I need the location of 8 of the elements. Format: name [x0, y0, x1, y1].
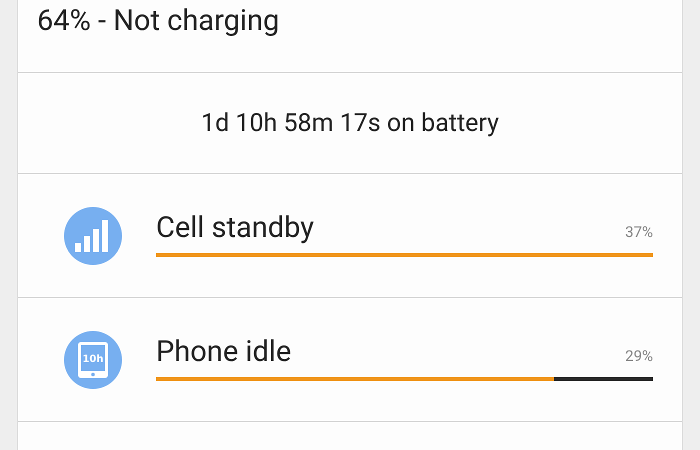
- signal-icon: [64, 206, 122, 264]
- time-on-battery: 1d 10h 58m 17s on battery: [201, 108, 499, 138]
- battery-status: 64% - Not charging: [37, 4, 280, 38]
- usage-percent: 29%: [625, 347, 653, 365]
- usage-percent: 37%: [625, 223, 653, 241]
- usage-label: Phone idle: [156, 335, 292, 369]
- tablet-icon-text: 10h: [82, 354, 104, 364]
- usage-label: Cell standby: [156, 211, 314, 245]
